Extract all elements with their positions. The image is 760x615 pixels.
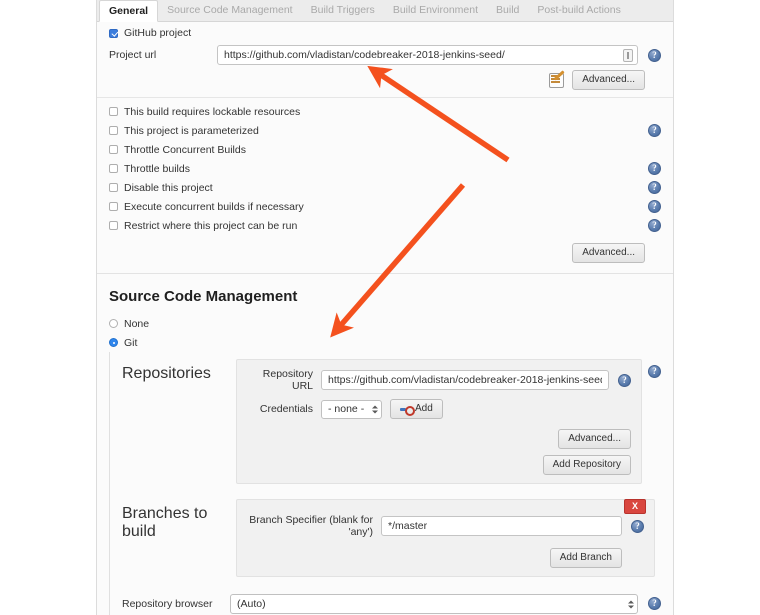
repository-url-row: Repository URL ? bbox=[247, 368, 631, 392]
repository-browser-label: Repository browser bbox=[122, 598, 213, 610]
credentials-add-label: Add bbox=[415, 403, 433, 414]
general-advanced-bottom-row: Advanced... bbox=[97, 235, 673, 273]
credentials-add-button[interactable]: Add bbox=[390, 399, 443, 419]
credentials-row: Credentials - none - Add bbox=[247, 399, 631, 419]
option-restrict-where-run-help-icon[interactable]: ? bbox=[648, 219, 661, 232]
github-project-label: GitHub project bbox=[124, 27, 192, 39]
option-throttle-concurrent-builds[interactable]: Throttle Concurrent Builds bbox=[97, 140, 673, 159]
git-settings-group: Repositories Repository URL ? Credential… bbox=[109, 352, 673, 615]
branches-to-build-label: Branches to build bbox=[122, 505, 208, 540]
add-branch-button[interactable]: Add Branch bbox=[549, 548, 622, 568]
branch-specifier-help-icon[interactable]: ? bbox=[631, 519, 644, 533]
add-repository-button[interactable]: Add Repository bbox=[542, 455, 631, 475]
option-throttle-concurrent-builds-label: Throttle Concurrent Builds bbox=[124, 143, 246, 156]
option-throttle-builds-label: Throttle builds bbox=[124, 162, 190, 175]
branches-box: X Branch Specifier (blank for 'any') ? A… bbox=[236, 499, 655, 577]
scm-option-git[interactable]: Git bbox=[97, 333, 673, 352]
option-execute-concurrent-builds-help-icon[interactable]: ? bbox=[648, 200, 661, 213]
general-section: GitHub project Project url ? Advanced... bbox=[97, 22, 673, 273]
option-parameterized-help-icon[interactable]: ? bbox=[648, 124, 661, 137]
option-execute-concurrent-builds-label: Execute concurrent builds if necessary bbox=[124, 200, 304, 213]
scm-none-label: None bbox=[124, 317, 150, 330]
autofill-icon[interactable] bbox=[623, 49, 633, 62]
tab-source-code-management-label: Source Code Management bbox=[167, 3, 293, 16]
repository-browser-select[interactable]: (Auto) bbox=[230, 594, 638, 614]
general-advanced-button[interactable]: Advanced... bbox=[572, 70, 645, 90]
option-parameterized[interactable]: This project is parameterized ? bbox=[97, 121, 673, 140]
tab-build-environment[interactable]: Build Environment bbox=[384, 0, 487, 21]
option-throttle-builds[interactable]: Throttle builds ? bbox=[97, 159, 673, 178]
general-advanced-bottom-button[interactable]: Advanced... bbox=[572, 243, 645, 263]
tab-build-label: Build bbox=[496, 3, 520, 16]
edit-notepad-icon[interactable] bbox=[549, 72, 565, 88]
scm-section: None Git Repositories Repository URL ? bbox=[97, 314, 673, 615]
repositories-label: Repositories bbox=[122, 365, 211, 382]
option-disable-project-checkbox[interactable] bbox=[109, 183, 118, 192]
option-throttle-concurrent-builds-checkbox[interactable] bbox=[109, 145, 118, 154]
repository-url-help-icon[interactable]: ? bbox=[618, 373, 631, 387]
option-throttle-builds-checkbox[interactable] bbox=[109, 164, 118, 173]
credentials-label: Credentials bbox=[259, 403, 313, 415]
tab-build-environment-label: Build Environment bbox=[392, 3, 479, 16]
option-disable-project[interactable]: Disable this project ? bbox=[97, 178, 673, 197]
option-lockable-resources[interactable]: This build requires lockable resources bbox=[97, 102, 673, 121]
option-restrict-where-run-checkbox[interactable] bbox=[109, 221, 118, 230]
repository-browser-help-icon[interactable]: ? bbox=[648, 597, 661, 610]
tab-build-triggers[interactable]: Build Triggers bbox=[302, 0, 384, 21]
github-project-checkbox[interactable] bbox=[109, 28, 118, 38]
option-lockable-resources-label: This build requires lockable resources bbox=[124, 105, 301, 118]
config-tabbar: General Source Code Management Build Tri… bbox=[97, 0, 673, 22]
add-branch-row: Add Branch bbox=[247, 548, 644, 568]
branch-specifier-label: Branch Specifier (blank for 'any') bbox=[249, 514, 373, 538]
option-parameterized-checkbox[interactable] bbox=[109, 126, 118, 135]
credentials-select-wrap: - none - bbox=[321, 399, 382, 419]
option-disable-project-label: Disable this project bbox=[124, 181, 213, 194]
scm-git-radio[interactable] bbox=[109, 338, 118, 347]
scm-none-radio[interactable] bbox=[109, 319, 118, 328]
option-execute-concurrent-builds[interactable]: Execute concurrent builds if necessary ? bbox=[97, 197, 673, 216]
scm-option-none[interactable]: None bbox=[97, 314, 673, 333]
repositories-box: Repository URL ? Credentials - none - bbox=[236, 359, 642, 484]
branches-to-build-row: Branches to build X Branch Specifier (bl… bbox=[110, 489, 673, 582]
repository-url-label: Repository URL bbox=[262, 368, 313, 392]
credentials-select[interactable]: - none - bbox=[321, 399, 382, 419]
repository-browser-row: Repository browser (Auto) ? bbox=[110, 582, 673, 615]
option-parameterized-label: This project is parameterized bbox=[124, 124, 259, 137]
option-restrict-where-run[interactable]: Restrict where this project can be run ? bbox=[97, 216, 673, 235]
tab-general-label: General bbox=[109, 4, 149, 17]
option-disable-project-help-icon[interactable]: ? bbox=[648, 181, 661, 194]
scm-git-label: Git bbox=[124, 336, 138, 349]
config-panel: General Source Code Management Build Tri… bbox=[96, 0, 674, 615]
delete-branch-button[interactable]: X bbox=[623, 499, 646, 514]
project-url-help-icon[interactable]: ? bbox=[648, 49, 661, 62]
repositories-row: Repositories Repository URL ? Credential… bbox=[110, 354, 673, 489]
jenkins-job-config-screen: General Source Code Management Build Tri… bbox=[0, 0, 760, 615]
project-url-input[interactable] bbox=[217, 45, 638, 65]
tab-post-build-actions-label: Post-build Actions bbox=[537, 3, 621, 16]
tab-build-triggers-label: Build Triggers bbox=[310, 3, 375, 16]
repository-browser-select-wrap: (Auto) bbox=[230, 594, 638, 614]
tab-post-build-actions[interactable]: Post-build Actions bbox=[528, 0, 629, 21]
tab-general[interactable]: General bbox=[99, 0, 159, 22]
repositories-advanced-row: Advanced... bbox=[247, 429, 631, 449]
branch-specifier-row: Branch Specifier (blank for 'any') ? bbox=[247, 514, 644, 538]
key-icon bbox=[400, 405, 415, 416]
general-options-list: This build requires lockable resources T… bbox=[97, 98, 673, 235]
scm-section-heading: Source Code Management bbox=[97, 273, 673, 314]
tab-build[interactable]: Build bbox=[487, 0, 528, 21]
repository-url-input[interactable] bbox=[321, 370, 609, 390]
option-throttle-builds-help-icon[interactable]: ? bbox=[648, 162, 661, 175]
github-project-row[interactable]: GitHub project bbox=[97, 22, 673, 41]
repositories-advanced-button[interactable]: Advanced... bbox=[558, 429, 631, 449]
project-url-advanced-row: Advanced... bbox=[97, 65, 673, 97]
repositories-help-icon[interactable]: ? bbox=[648, 365, 661, 378]
option-execute-concurrent-builds-checkbox[interactable] bbox=[109, 202, 118, 211]
project-url-row: Project url ? bbox=[97, 41, 673, 65]
option-lockable-resources-checkbox[interactable] bbox=[109, 107, 118, 116]
tab-source-code-management[interactable]: Source Code Management bbox=[158, 0, 302, 21]
project-url-label: Project url bbox=[109, 49, 157, 61]
add-repository-row: Add Repository bbox=[247, 455, 631, 475]
option-restrict-where-run-label: Restrict where this project can be run bbox=[124, 219, 298, 232]
branch-specifier-input[interactable] bbox=[381, 516, 622, 536]
